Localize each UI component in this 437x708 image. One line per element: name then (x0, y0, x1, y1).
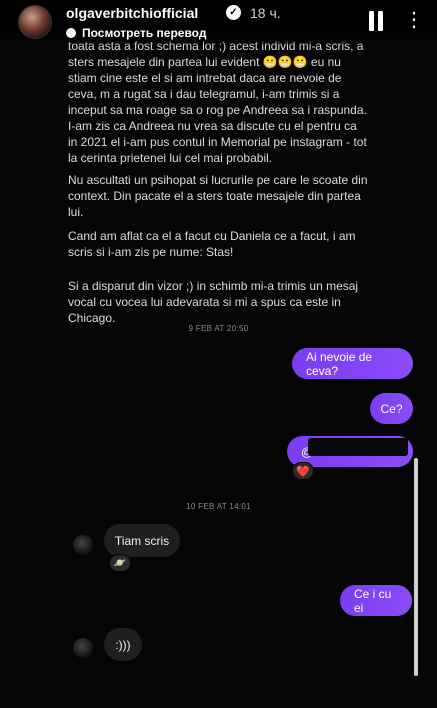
username[interactable]: olgaverbitchiofficial (66, 5, 198, 21)
timestamp: 10 FEB AT 14:01 (186, 502, 251, 511)
reaction-emoji: 🪐 (113, 557, 127, 569)
heart-reaction-icon[interactable]: ❤️ (292, 462, 314, 480)
timestamp: 9 FEB AT 20:50 (188, 324, 249, 333)
redaction-mark (308, 438, 408, 456)
message-paragraph-3: Cand am aflat ca el a facut cu Daniela c… (68, 229, 356, 259)
more-dots-icon[interactable]: ⋮ (404, 10, 425, 30)
scrollbar[interactable] (414, 458, 418, 676)
message-paragraph-2: Nu ascultati un psihopat si lucrurile pe… (68, 173, 368, 219)
story-header: olgaverbitchiofficial ✓ 18 ч. Посмотреть… (0, 0, 437, 46)
incoming-message[interactable]: :))) (104, 628, 142, 661)
translate-label: Посмотреть перевод (82, 26, 207, 40)
verified-badge-icon: ✓ (226, 5, 241, 20)
message-paragraph-1: toata asta a fost schema lor ;) acest in… (68, 39, 367, 165)
story-screen: olgaverbitchiofficial ✓ 18 ч. Посмотреть… (0, 0, 437, 708)
incoming-message[interactable]: Tiam scris (104, 524, 180, 557)
outgoing-message[interactable]: Ce? (370, 393, 413, 424)
sender-avatar[interactable] (73, 638, 93, 658)
outgoing-message[interactable]: Ai nevoie de ceva? (292, 348, 413, 379)
story-time: 18 ч. (250, 5, 281, 21)
sender-avatar[interactable] (73, 535, 93, 555)
translate-icon (66, 28, 76, 38)
translate-link[interactable]: Посмотреть перевод (66, 25, 206, 41)
pause-icon[interactable] (369, 11, 383, 31)
planet-reaction-icon[interactable]: 🪐 (109, 554, 131, 572)
profile-avatar[interactable] (18, 5, 52, 39)
message-paragraph-4: Si a disparut din vizor ;) in schimb mi-… (68, 279, 359, 325)
outgoing-message[interactable]: Ce i cu ei (340, 585, 412, 616)
